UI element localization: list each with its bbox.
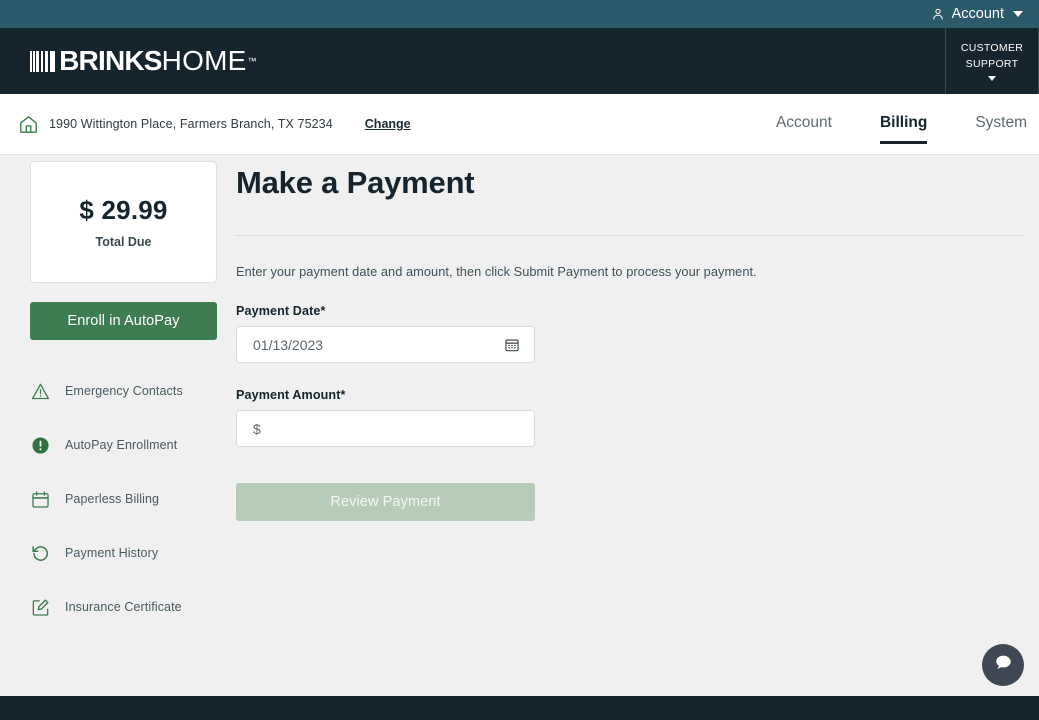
sidebar-item-autopay-enrollment[interactable]: AutoPay Enrollment xyxy=(30,418,218,472)
sidebar-item-label: Payment History xyxy=(65,546,159,560)
payment-date-input[interactable] xyxy=(237,327,534,362)
review-payment-button[interactable]: Review Payment xyxy=(236,483,535,521)
enroll-autopay-button[interactable]: Enroll in AutoPay xyxy=(30,302,217,340)
main-content: Make a Payment Enter your payment date a… xyxy=(218,155,1039,696)
customer-support-line1: CUSTOMER xyxy=(960,42,1024,55)
person-icon xyxy=(931,7,945,21)
instructions-text: Enter your payment date and amount, then… xyxy=(236,264,757,279)
payment-amount-field[interactable] xyxy=(236,410,535,447)
chevron-down-icon xyxy=(988,75,996,81)
tab-system[interactable]: System xyxy=(975,114,1027,135)
sidebar-item-label: AutoPay Enrollment xyxy=(65,438,178,452)
customer-support-menu[interactable]: CUSTOMER SUPPORT xyxy=(945,28,1039,94)
sidebar-item-payment-history[interactable]: Payment History xyxy=(30,526,218,580)
payment-date-field[interactable] xyxy=(236,326,535,363)
account-menu-label: Account xyxy=(951,6,1004,22)
site-address-block: 1990 Wittington Place, Farmers Branch, T… xyxy=(18,114,411,135)
home-icon xyxy=(18,114,39,135)
payment-date-label: Payment Date* xyxy=(236,304,326,318)
tab-billing[interactable]: Billing xyxy=(879,114,928,144)
title-divider xyxy=(236,235,1025,236)
logo-home-text: HOME xyxy=(161,45,247,76)
change-address-link[interactable]: Change xyxy=(365,117,411,131)
chat-bubble-icon xyxy=(993,652,1014,678)
total-due-card: $ 29.99 Total Due xyxy=(30,161,217,283)
sidebar-item-paperless-billing[interactable]: Paperless Billing xyxy=(30,472,218,526)
calendar-icon[interactable] xyxy=(504,337,520,353)
tab-account[interactable]: Account xyxy=(776,114,832,135)
footer-bar xyxy=(0,696,1039,720)
warning-triangle-icon xyxy=(30,381,51,402)
customer-support-line2: SUPPORT xyxy=(965,57,1019,70)
sidebar: $ 29.99 Total Due Enroll in AutoPay Emer… xyxy=(0,155,218,696)
edit-square-icon xyxy=(30,597,51,618)
total-due-amount: $ 29.99 xyxy=(79,195,168,225)
history-undo-icon xyxy=(30,543,51,564)
chevron-down-icon xyxy=(1013,11,1023,17)
top-utility-bar: Account xyxy=(0,0,1039,28)
sidebar-menu: Emergency Contacts AutoPay Enrollment Pa… xyxy=(30,364,218,634)
payment-amount-input[interactable] xyxy=(237,411,534,446)
sidebar-item-label: Paperless Billing xyxy=(65,492,160,506)
sidebar-item-label: Emergency Contacts xyxy=(65,384,183,398)
logo-brinks-text: BRINKS xyxy=(59,45,162,76)
sidebar-item-label: Insurance Certificate xyxy=(65,600,182,614)
primary-tabs: Account Billing System xyxy=(776,114,1039,144)
sidebar-item-insurance-certificate[interactable]: Insurance Certificate xyxy=(30,580,218,634)
brand-header: BRINKS HOME ™ CUSTOMER SUPPORT xyxy=(0,28,1039,94)
calendar-icon xyxy=(30,489,51,510)
total-due-label: Total Due xyxy=(95,235,152,249)
logo-bars-icon xyxy=(30,50,56,72)
secondary-nav: 1990 Wittington Place, Farmers Branch, T… xyxy=(0,94,1039,155)
payment-amount-label: Payment Amount* xyxy=(236,388,346,402)
sidebar-item-emergency-contacts[interactable]: Emergency Contacts xyxy=(30,364,218,418)
brinks-home-logo[interactable]: BRINKS HOME ™ xyxy=(30,47,256,75)
site-address-text: 1990 Wittington Place, Farmers Branch, T… xyxy=(49,117,333,131)
page-title: Make a Payment xyxy=(236,165,475,200)
exclamation-circle-icon xyxy=(30,435,51,456)
account-menu-button[interactable]: Account xyxy=(931,6,1023,22)
chat-support-button[interactable] xyxy=(982,644,1024,686)
logo-trademark-symbol: ™ xyxy=(247,55,257,66)
page-body: $ 29.99 Total Due Enroll in AutoPay Emer… xyxy=(0,155,1039,696)
